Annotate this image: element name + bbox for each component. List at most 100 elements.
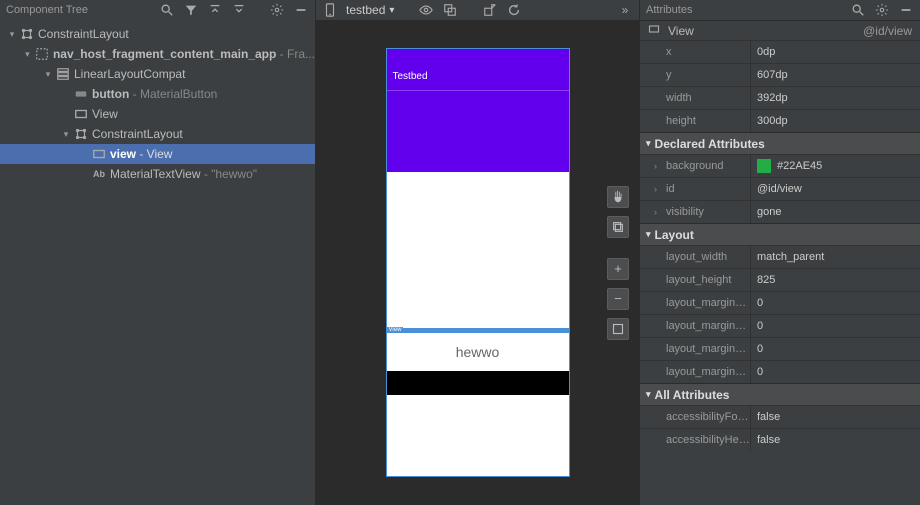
attribute-key: layout_marginTop: [640, 320, 750, 332]
attribute-row[interactable]: ›background#22AE45: [640, 154, 920, 177]
tree-node[interactable]: View: [0, 104, 315, 124]
attribute-value[interactable]: false: [750, 429, 920, 451]
tree-node-label: MaterialTextView - "hewwo": [110, 167, 257, 181]
tree-node[interactable]: view - View: [0, 144, 315, 164]
refresh-icon[interactable]: [506, 2, 522, 18]
minimize-icon[interactable]: [898, 2, 914, 18]
attribute-value[interactable]: 607dp: [750, 64, 920, 86]
layout-editor-toolbar: testbed ▾ »: [316, 0, 639, 20]
canvas-zoom-controls: + −: [607, 186, 629, 340]
constraint-icon: [20, 27, 34, 41]
design-canvas[interactable]: Testbed hewwo + −: [316, 20, 639, 505]
attribute-value[interactable]: match_parent: [750, 246, 920, 268]
tree-expand-icon[interactable]: ▾: [22, 49, 33, 60]
attributes-table[interactable]: x0dpy607dpwidth392dpheight300dp▾Declared…: [640, 40, 920, 505]
tree-node-label: nav_host_fragment_content_main_app - Fra…: [53, 47, 315, 61]
layers-icon[interactable]: [607, 216, 629, 238]
tree-expand-icon[interactable]: ▾: [6, 29, 18, 40]
attribute-key: accessibilityHea...: [640, 434, 750, 446]
device-textview[interactable]: hewwo: [387, 333, 569, 371]
attribute-value[interactable]: false: [750, 406, 920, 428]
device-dropdown-label: testbed: [346, 3, 385, 17]
attribute-row[interactable]: ›id@id/view: [640, 177, 920, 200]
tree-node[interactable]: AbMaterialTextView - "hewwo": [0, 164, 315, 184]
tree-node[interactable]: ▾ nav_host_fragment_content_main_app - Fr…: [0, 44, 315, 64]
overlay-icon[interactable]: [442, 2, 458, 18]
color-swatch: [757, 159, 771, 173]
zoom-in-button[interactable]: +: [607, 258, 629, 280]
filter-icon[interactable]: [183, 2, 199, 18]
tree-node[interactable]: button - MaterialButton: [0, 84, 315, 104]
linear-icon: [56, 67, 70, 81]
attribute-key: layout_marginLeft: [640, 297, 750, 309]
tree-node[interactable]: ▾ConstraintLayout: [0, 124, 315, 144]
attribute-row[interactable]: layout_widthmatch_parent: [640, 245, 920, 268]
attribute-row[interactable]: layout_marginRight0: [640, 337, 920, 360]
attribute-value[interactable]: 825: [750, 269, 920, 291]
component-tree-title: Component Tree: [6, 4, 151, 16]
attribute-key: ›background: [640, 160, 750, 172]
gear-icon[interactable]: [269, 2, 285, 18]
attribute-value[interactable]: 392dp: [750, 87, 920, 109]
attribute-key: x: [640, 46, 750, 58]
attribute-row[interactable]: x0dp: [640, 40, 920, 63]
minimize-icon[interactable]: [293, 2, 309, 18]
attributes-panel: Attributes View @id/view x0dpy607dpwidth…: [640, 0, 920, 505]
attributes-toolbar: Attributes: [640, 0, 920, 20]
attribute-row[interactable]: y607dp: [640, 63, 920, 86]
attribute-value[interactable]: 0: [750, 361, 920, 383]
attribute-section-header[interactable]: ▾Declared Attributes: [640, 132, 920, 154]
tree-node-label: View: [92, 107, 118, 121]
attribute-value[interactable]: 0dp: [750, 41, 920, 63]
tree-expand-icon[interactable]: ▾: [60, 129, 72, 140]
attribute-row[interactable]: layout_marginLeft0: [640, 291, 920, 314]
pan-icon[interactable]: [607, 186, 629, 208]
attribute-key: layout_height: [640, 274, 750, 286]
device-appbar: Testbed: [387, 63, 569, 91]
attributes-selected-tag: View @id/view: [640, 20, 920, 40]
attribute-row[interactable]: height300dp: [640, 109, 920, 132]
attribute-row[interactable]: layout_height825: [640, 268, 920, 291]
attribute-row[interactable]: ›visibilitygone: [640, 200, 920, 223]
expand-down-icon[interactable]: [231, 2, 247, 18]
attribute-row[interactable]: accessibilityFocu...false: [640, 405, 920, 428]
search-icon[interactable]: [159, 2, 175, 18]
selected-tag-name: View: [668, 24, 694, 38]
device-dropdown[interactable]: testbed ▾: [346, 3, 394, 17]
component-tree-panel: Component Tree ▾ ConstraintLayout ▾ nav_hos…: [0, 0, 316, 505]
attribute-value[interactable]: 0: [750, 292, 920, 314]
load-overlay-icon[interactable]: [482, 2, 498, 18]
device-black-band: [387, 371, 569, 395]
attribute-row[interactable]: accessibilityHea...false: [640, 428, 920, 451]
search-icon[interactable]: [850, 2, 866, 18]
tree-node-label: ConstraintLayout: [38, 27, 129, 41]
attribute-key: y: [640, 69, 750, 81]
attribute-value[interactable]: #22AE45: [750, 155, 920, 177]
collapse-up-icon[interactable]: [207, 2, 223, 18]
attribute-row[interactable]: width392dp: [640, 86, 920, 109]
more-icon[interactable]: »: [617, 2, 633, 18]
device-preview[interactable]: Testbed hewwo: [386, 48, 570, 477]
chevron-down-icon: ▾: [646, 229, 651, 240]
attribute-value[interactable]: 300dp: [750, 110, 920, 132]
tree-node[interactable]: ▾LinearLayoutCompat: [0, 64, 315, 84]
chevron-down-icon: ▾: [389, 5, 394, 16]
selected-view-highlight[interactable]: [387, 328, 569, 333]
gear-icon[interactable]: [874, 2, 890, 18]
attribute-key: layout_marginBo...: [640, 366, 750, 378]
attribute-section-header[interactable]: ▾All Attributes: [640, 383, 920, 405]
component-tree[interactable]: ▾ ConstraintLayout ▾ nav_host_fragment_cont…: [0, 20, 315, 505]
attribute-value[interactable]: @id/view: [750, 178, 920, 200]
eye-icon[interactable]: [418, 2, 434, 18]
tree-node[interactable]: ▾ ConstraintLayout: [0, 24, 315, 44]
attribute-row[interactable]: layout_marginBo...0: [640, 360, 920, 383]
tree-expand-icon[interactable]: ▾: [42, 69, 54, 80]
attribute-value[interactable]: gone: [750, 201, 920, 223]
attribute-section-header[interactable]: ▾Layout: [640, 223, 920, 245]
zoom-fit-button[interactable]: [607, 318, 629, 340]
device-icon[interactable]: [322, 2, 338, 18]
zoom-out-button[interactable]: −: [607, 288, 629, 310]
attribute-value[interactable]: 0: [750, 338, 920, 360]
attribute-value[interactable]: 0: [750, 315, 920, 337]
attribute-row[interactable]: layout_marginTop0: [640, 314, 920, 337]
